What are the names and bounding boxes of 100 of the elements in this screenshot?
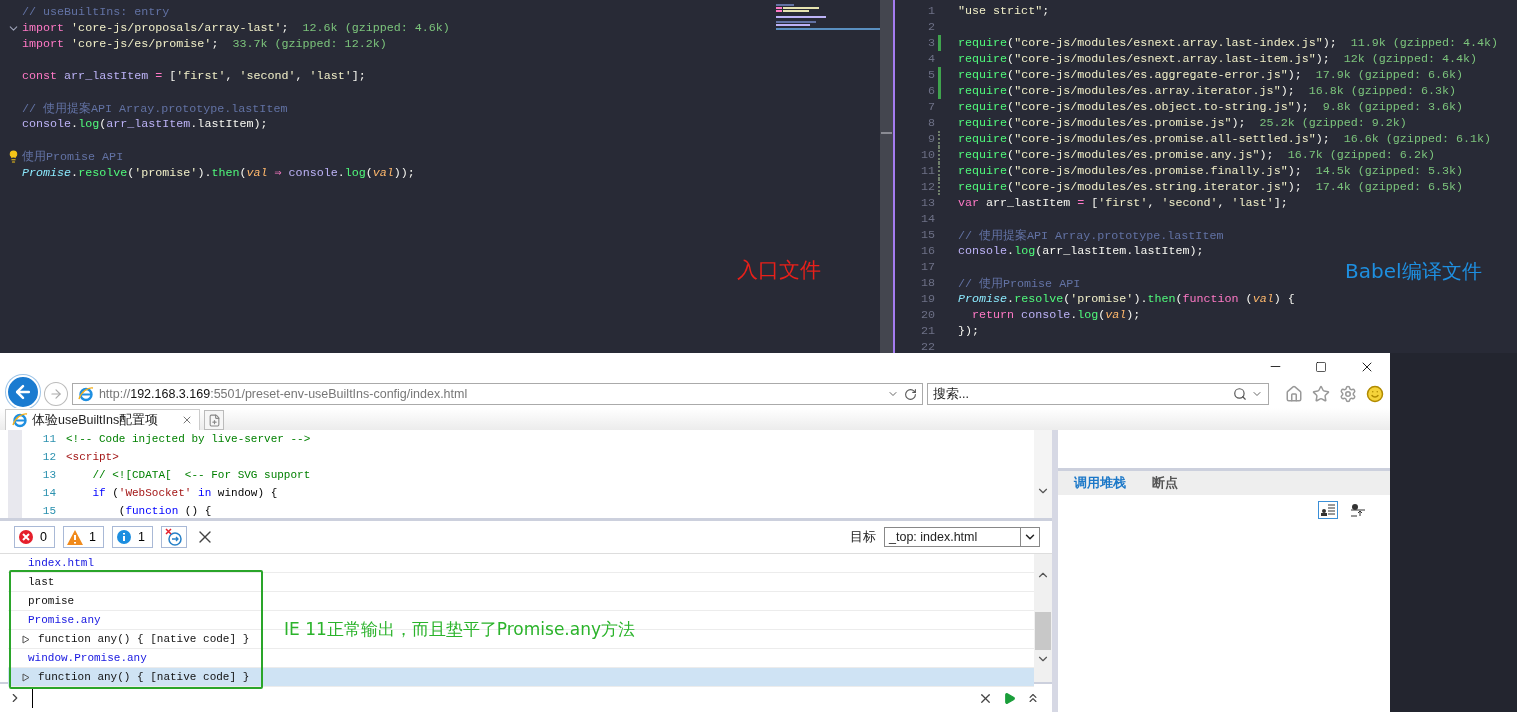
code-text: // 使用提案API Array.prototype.lastItem	[958, 227, 1224, 243]
expand-icon[interactable]	[22, 634, 30, 644]
browser-logo-icon	[77, 386, 94, 402]
code-text: // useBuiltIns: entry	[22, 5, 170, 19]
code-text: require("core-js/modules/es.aggregate-error.js");	[958, 68, 1302, 82]
code-text: import 'core-js/proposals/array-last';	[22, 21, 289, 35]
size-hint: 12k (gzipped: 4.4k)	[1343, 52, 1477, 66]
line-number: 22	[919, 340, 935, 354]
scrollbar[interactable]	[880, 0, 893, 353]
forward-arrow-icon[interactable]	[48, 387, 63, 401]
size-hint: 16.7k (gzipped: 6.2k)	[1287, 148, 1435, 162]
git-change-marker	[938, 35, 941, 51]
info-icon	[115, 529, 132, 545]
code-text: require("core-js/modules/es.string.iterator.js");	[958, 180, 1302, 194]
code-text: if ('WebSocket' in window) {	[91, 487, 278, 499]
star-icon[interactable]	[1312, 385, 1330, 403]
code-text: require("core-js/modules/es.object.to-string.js");	[958, 100, 1309, 114]
line-number: 10	[919, 148, 935, 162]
message-filter-button[interactable]: 1	[62, 526, 104, 548]
run-icon[interactable]	[1003, 691, 1016, 705]
size-hint: 25.2k (gzipped: 9.2k)	[1259, 116, 1407, 130]
code-text: 使用Promise API	[22, 148, 124, 164]
expand-icon[interactable]	[22, 672, 30, 682]
search-field[interactable]: 搜索...	[926, 383, 1269, 405]
scrollbar-thumb[interactable]	[881, 132, 892, 134]
close-tab-button[interactable]	[181, 414, 193, 426]
size-hint: 16.6k (gzipped: 6.1k)	[1343, 132, 1492, 146]
code-text: var arr_lastItem = ['first', 'second', 'last'];	[958, 196, 1288, 210]
line-number: 12	[41, 451, 56, 463]
line-number: 18	[919, 276, 935, 290]
line-number: 2	[927, 20, 935, 34]
browser-logo-icon	[12, 412, 28, 428]
annotation-label: Babel编译文件	[1345, 258, 1482, 285]
line-number: 11	[919, 164, 935, 178]
devtools-tab[interactable]: 调用堆栈	[1066, 474, 1134, 492]
code-text: (function () {	[117, 505, 212, 517]
code-text: require("core-js/modules/esnext.array.last-index.js");	[958, 36, 1337, 50]
size-hint: 12.6k (gzipped: 4.6k)	[302, 21, 450, 35]
expand-input-icon[interactable]	[1026, 691, 1040, 705]
tab-title[interactable]: 体验useBuiltIns配置项	[32, 411, 159, 429]
code-text: Promise.resolve('promise').then(function (val) {	[958, 292, 1295, 306]
address-bar[interactable]: http://192.168.3.169:5501/preset-env-useBuiltIns-config/index.html	[71, 383, 923, 405]
settings-icon[interactable]	[1339, 385, 1357, 403]
annotation-label: IE 11正常输出，而且垫平了Promise.any方法	[284, 618, 635, 641]
browser-tab[interactable]: 体验useBuiltIns配置项	[5, 409, 200, 430]
code-text: return console.log(val);	[971, 308, 1141, 322]
line-number: 4	[927, 52, 935, 66]
console-row[interactable]: function any() { [native code] }	[8, 668, 1034, 686]
code-text: });	[958, 324, 980, 338]
console-row[interactable]: promise	[8, 592, 83, 610]
devtools-tab[interactable]: 断点	[1144, 474, 1186, 492]
console-row[interactable]: function any() { [native code] }	[8, 630, 258, 648]
scrollbar-thumb[interactable]	[1035, 612, 1051, 650]
refresh-icon[interactable]	[903, 387, 917, 401]
console-row[interactable]: window.Promise.any	[8, 649, 155, 667]
line-number: 13	[41, 469, 56, 481]
line-number: 19	[919, 292, 935, 306]
code-text: console.log(arr_lastItem.lastItem);	[22, 117, 268, 131]
code-text: require("core-js/modules/es.promise.finally.js");	[958, 164, 1302, 178]
message-filter-button[interactable]: 1	[111, 526, 153, 548]
smiley-icon[interactable]	[1366, 385, 1384, 403]
line-number: 5	[927, 68, 935, 82]
code-text: // 使用提案API Array.prototype.lastItem	[22, 100, 288, 116]
code-text: import 'core-js/es/promise';	[22, 37, 219, 51]
code-text: require("core-js/modules/es.array.iterator.js");	[958, 84, 1295, 98]
code-text: // <![CDATA[ <-- For SVG support	[91, 469, 311, 481]
scrollbar[interactable]	[1034, 430, 1052, 518]
line-number: 21	[919, 324, 935, 338]
line-number: 14	[919, 212, 935, 226]
line-number: 7	[927, 100, 935, 114]
code-text: require("core-js/modules/esnext.array.last-item.js");	[958, 52, 1330, 66]
console-row[interactable]: index.html	[8, 554, 102, 572]
target-label: 目标	[850, 528, 876, 546]
line-number: 8	[927, 116, 935, 130]
code-text: // 使用Promise API	[958, 275, 1081, 291]
code-text: require("core-js/modules/es.promise.any.js");	[958, 148, 1274, 162]
size-hint: 17.4k (gzipped: 6.5k)	[1315, 180, 1463, 194]
maximize-icon[interactable]	[1315, 360, 1327, 373]
target-select[interactable]: _top: index.html	[884, 527, 1040, 547]
console-row[interactable]: Promise.any	[8, 611, 109, 629]
home-icon[interactable]	[1285, 385, 1303, 403]
error-icon	[18, 529, 34, 545]
code-text: const arr_lastItem = ['first', 'second', 'last'];	[22, 69, 366, 83]
code-text: <!-- Code injected by live-server -->	[66, 433, 311, 445]
line-number: 17	[919, 260, 935, 274]
line-number: 6	[927, 84, 935, 98]
line-number: 15	[919, 228, 935, 242]
line-number: 12	[919, 180, 935, 194]
search-icon[interactable]	[1233, 387, 1247, 401]
size-hint: 9.8k (gzipped: 3.6k)	[1322, 100, 1463, 114]
console-row[interactable]: last	[8, 573, 63, 591]
line-number: 14	[41, 487, 56, 499]
line-number: 11	[41, 433, 56, 445]
back-button[interactable]	[6, 375, 40, 409]
warning-icon	[66, 529, 83, 545]
scrollbar[interactable]	[1034, 554, 1052, 682]
size-hint: 11.9k (gzipped: 4.4k)	[1350, 36, 1499, 50]
url-text[interactable]: http://192.168.3.169:5501/preset-env-useBuiltIns-config/index.html	[98, 387, 882, 401]
annotation-label: 入口文件	[737, 257, 821, 284]
message-filter-button[interactable]: 0	[14, 526, 55, 548]
